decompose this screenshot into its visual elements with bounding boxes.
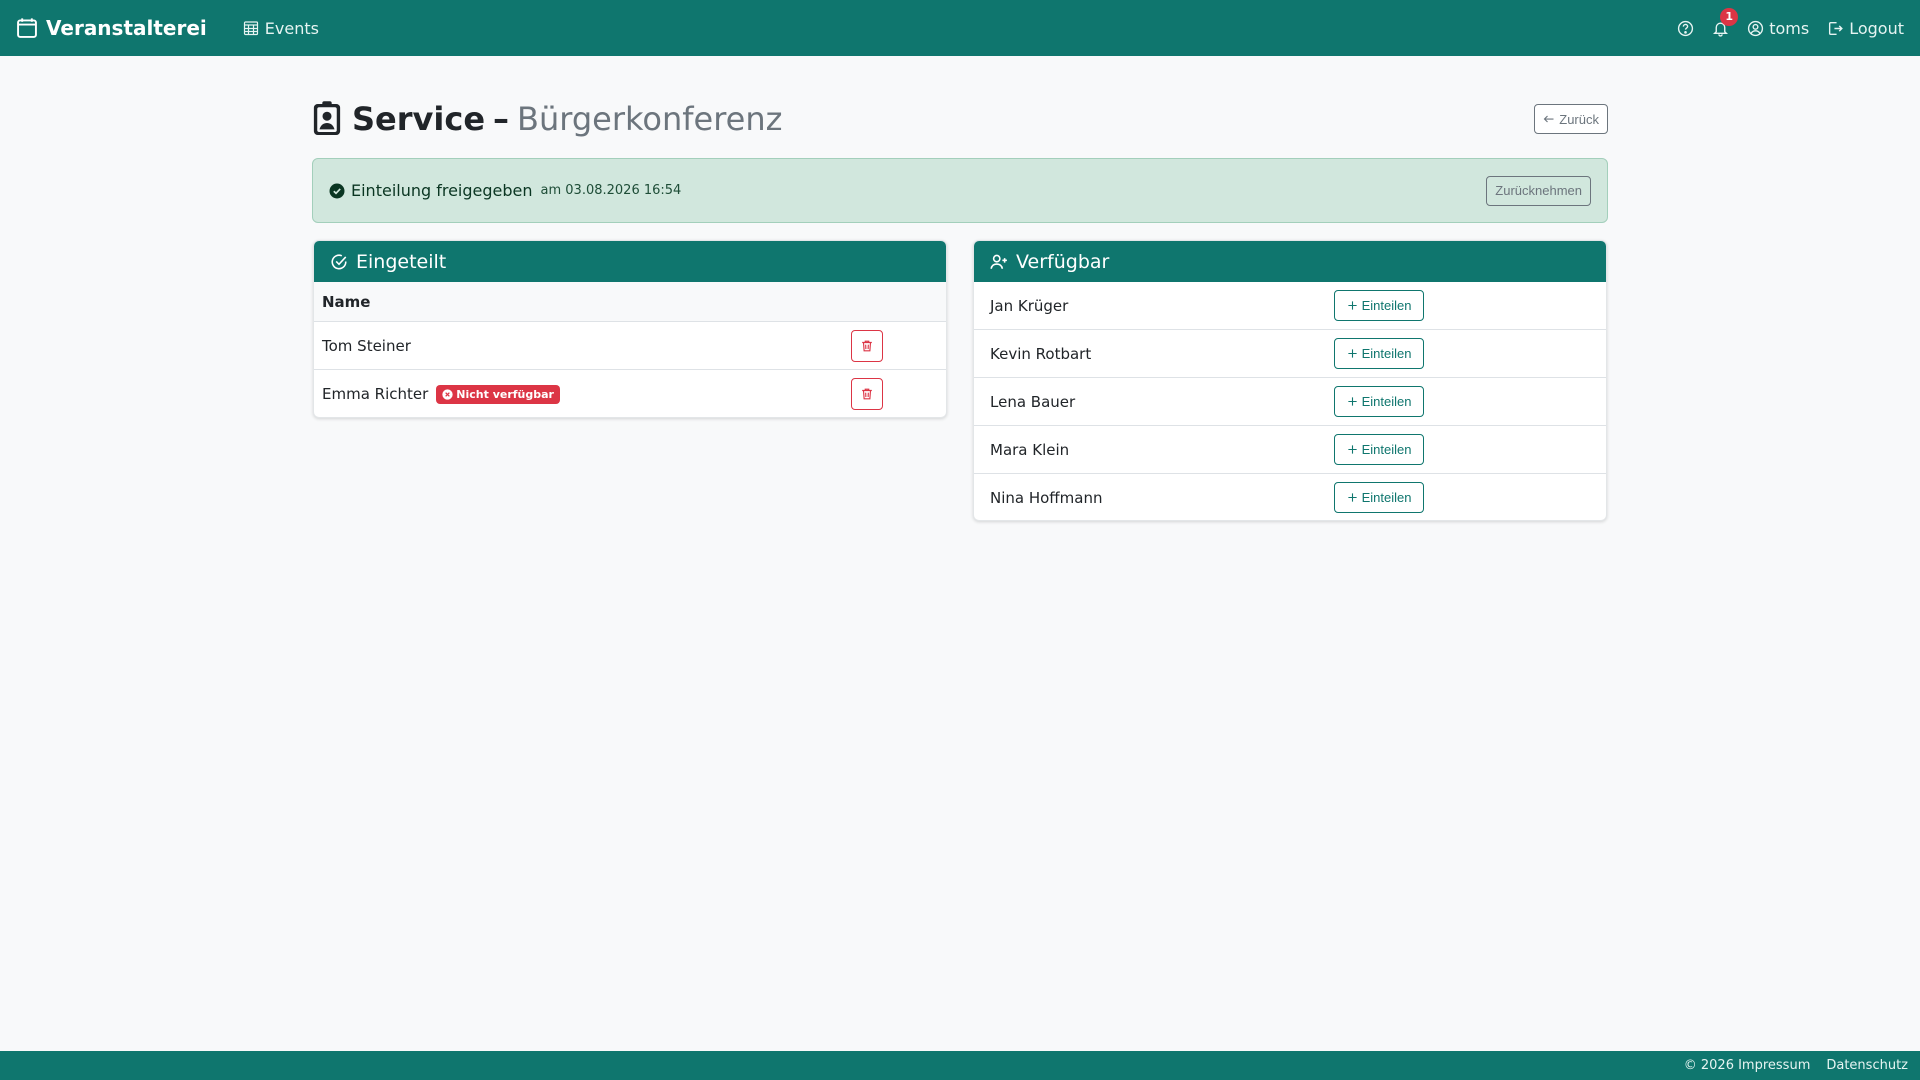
available-title: Verfügbar (1016, 250, 1110, 273)
table-row: Emma Richter Nicht verfügbar (314, 370, 946, 417)
available-name: Lena Bauer (990, 392, 1076, 411)
back-button[interactable]: Zurück (1534, 104, 1608, 134)
alert-date: am 03.08.2026 16:54 (540, 183, 682, 198)
logout-icon (1829, 21, 1844, 35)
calendar-grid-icon (243, 21, 258, 36)
plus-icon (1347, 493, 1357, 502)
help-button[interactable] (1677, 20, 1694, 37)
assigned-name: Emma Richter (322, 385, 429, 403)
footer: © 2026 Impressum Datenschutz (0, 1051, 1920, 1080)
brand-label: Veranstalterei (46, 16, 207, 40)
page-subtitle: Bürgerkonferenz (517, 100, 783, 138)
question-circle-icon (1678, 20, 1694, 36)
person-badge-icon (313, 101, 341, 135)
remove-button[interactable] (851, 330, 883, 362)
user-circle-icon (1748, 20, 1764, 36)
brand-link[interactable]: Veranstalterei (16, 16, 207, 40)
assign-button[interactable]: Einteilen (1334, 482, 1424, 513)
trash-icon (862, 388, 872, 400)
plus-icon (1347, 349, 1357, 358)
list-item: Lena Bauer Einteilen (974, 378, 1606, 426)
plus-icon (1347, 301, 1357, 310)
user-menu[interactable]: toms (1747, 19, 1809, 38)
nav-events[interactable]: Events (243, 19, 319, 38)
available-name: Kevin Rotbart (990, 344, 1092, 363)
available-card-header: Verfügbar (974, 241, 1606, 282)
revoke-button[interactable]: Zurücknehmen (1486, 175, 1591, 206)
assigned-card-header: Eingeteilt (314, 241, 946, 282)
arrow-left-icon (1543, 115, 1554, 123)
plus-icon (1347, 445, 1357, 454)
calendar-icon (17, 18, 37, 38)
alert-text: Einteilung freigegeben (351, 181, 533, 200)
available-name: Nina Hoffmann (990, 489, 1103, 507)
notifications-button[interactable]: 1 (1712, 7, 1739, 37)
assign-button[interactable]: Einteilen (1334, 434, 1424, 465)
page-title: Service – (352, 100, 517, 138)
assigned-table-header: Name (314, 282, 946, 322)
assign-button-label: Einteilen (1361, 394, 1412, 409)
assign-button-label: Einteilen (1361, 298, 1412, 313)
back-button-label: Zurück (1559, 111, 1599, 127)
datenschutz-link[interactable]: Datenschutz (1826, 1058, 1908, 1073)
person-plus-icon (990, 254, 1007, 269)
page-header: Service – Bürgerkonferenz Zurück (312, 96, 1608, 142)
list-item: Nina Hoffmann Einteilen (974, 474, 1606, 520)
logout-link[interactable]: Logout (1827, 19, 1904, 38)
title-dash: – (493, 100, 510, 138)
remove-button[interactable] (851, 378, 883, 410)
assign-button-label: Einteilen (1361, 442, 1412, 457)
assign-button[interactable]: Einteilen (1334, 338, 1424, 369)
page-title-text: Service (352, 100, 486, 138)
list-item: Kevin Rotbart Einteilen (974, 330, 1606, 378)
assign-button-label: Einteilen (1361, 346, 1412, 361)
table-row: Tom Steiner (314, 322, 946, 370)
list-item: Jan Krüger Einteilen (974, 282, 1606, 330)
assign-button-label: Einteilen (1361, 490, 1412, 505)
assigned-card: Eingeteilt Name Tom Steiner Emma Richter… (313, 240, 947, 418)
notification-badge: 1 (1720, 7, 1739, 26)
navbar: Veranstalterei Events 1 toms Logout (0, 0, 1920, 56)
list-item: Mara Klein Einteilen (974, 426, 1606, 474)
unavailable-badge: Nicht verfügbar (436, 384, 560, 404)
plus-icon (1347, 397, 1357, 406)
assigned-title: Eingeteilt (356, 250, 447, 273)
assigned-name: Tom Steiner (322, 336, 411, 355)
column-name: Name (322, 292, 371, 311)
impressum-link[interactable]: © 2026 Impressum (1684, 1058, 1811, 1073)
available-card: Verfügbar Jan Krüger Einteilen Kevin Rot… (973, 240, 1607, 521)
assign-button[interactable]: Einteilen (1334, 290, 1424, 321)
check-circle-icon (331, 253, 347, 269)
x-circle-icon (442, 388, 453, 400)
nav-events-label: Events (264, 18, 319, 38)
logout-label: Logout (1849, 18, 1904, 38)
unavailable-badge-label: Nicht verfügbar (456, 387, 554, 401)
check-circle-filled-icon (329, 183, 345, 198)
release-alert: Einteilung freigegeben am 03.08.2026 16:… (312, 158, 1608, 223)
assign-button[interactable]: Einteilen (1334, 386, 1424, 417)
user-name: toms (1769, 18, 1810, 38)
trash-icon (862, 340, 872, 352)
available-name: Jan Krüger (990, 296, 1069, 315)
available-name: Mara Klein (990, 440, 1070, 459)
